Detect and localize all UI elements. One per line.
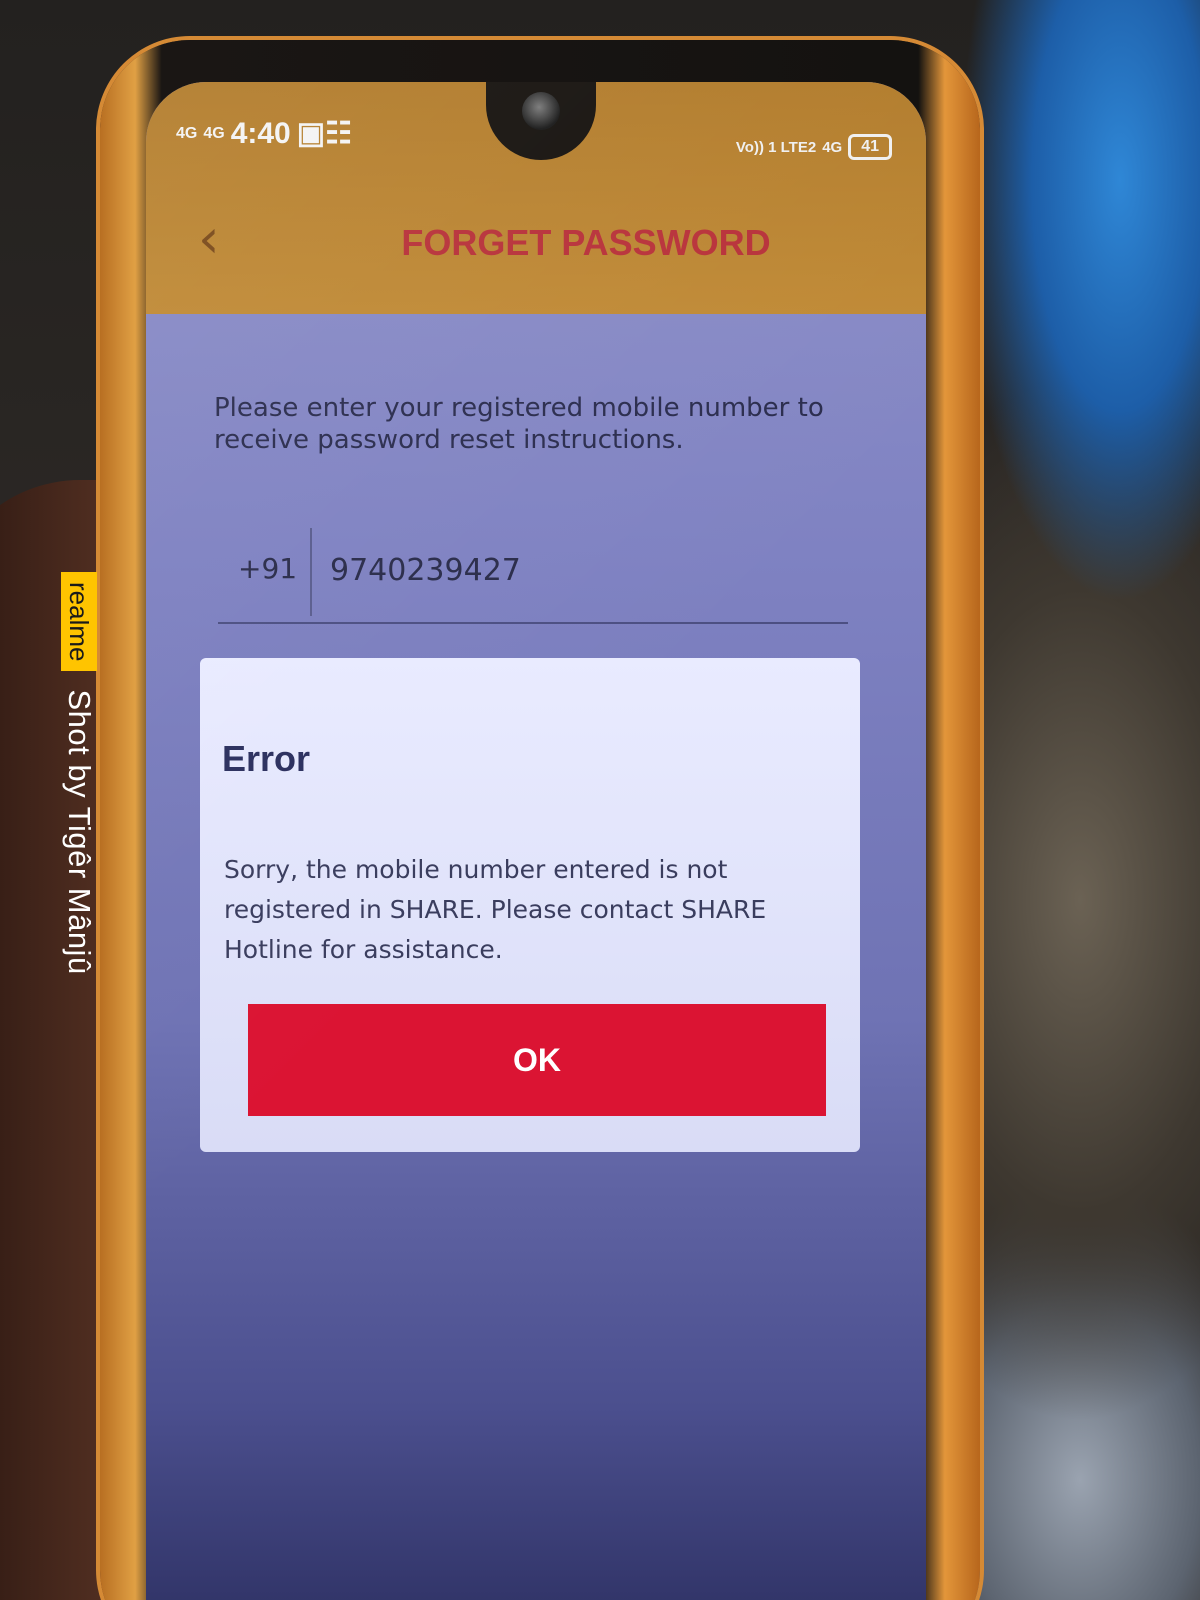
- watermark-text: Shot by Tigêr Mânjû: [62, 689, 97, 975]
- country-code[interactable]: +91: [238, 552, 297, 585]
- photo-scene: 4G 4G 4:40 ▣☷ Vo)) 1 LTE2 4G 41 ‹ FORGET…: [0, 0, 1200, 1600]
- camera-watermark: realme Shot by Tigêr Mânjû: [58, 572, 100, 1042]
- notification-icons: ▣☷: [296, 117, 352, 150]
- camera-notch: [486, 82, 596, 160]
- battery-icon: 41: [848, 134, 892, 160]
- error-dialog: Error Sorry, the mobile number entered i…: [200, 658, 860, 1152]
- mobile-number-input[interactable]: [328, 544, 752, 596]
- instructions-text: Please enter your registered mobile numb…: [214, 393, 824, 455]
- watermark-brand: realme: [61, 572, 97, 672]
- status-time: 4:40: [230, 116, 291, 150]
- back-chevron-icon[interactable]: ‹: [198, 212, 238, 266]
- dialog-title: Error: [222, 738, 311, 779]
- mobile-number-field: +91: [218, 522, 848, 624]
- front-camera-icon: [522, 92, 560, 130]
- phone-screen: 4G 4G 4:40 ▣☷ Vo)) 1 LTE2 4G 41 ‹ FORGET…: [146, 82, 926, 1600]
- signal-icon: 4G: [203, 124, 225, 142]
- page-title: FORGET PASSWORD: [401, 222, 771, 263]
- volte-indicator: Vo)) 1 LTE2: [735, 138, 817, 156]
- signal-icon: 4G: [176, 124, 198, 142]
- status-bar-right: Vo)) 1 LTE2 4G 41: [736, 134, 892, 160]
- field-divider: [310, 528, 312, 616]
- status-bar-left: 4G 4G 4:40 ▣☷: [176, 116, 352, 151]
- dialog-message: Sorry, the mobile number entered is not …: [224, 855, 767, 964]
- network-type: 4G: [822, 138, 843, 156]
- app-header: 4G 4G 4:40 ▣☷ Vo)) 1 LTE2 4G 41 ‹ FORGET…: [146, 82, 926, 314]
- ok-button[interactable]: OK: [248, 1004, 826, 1116]
